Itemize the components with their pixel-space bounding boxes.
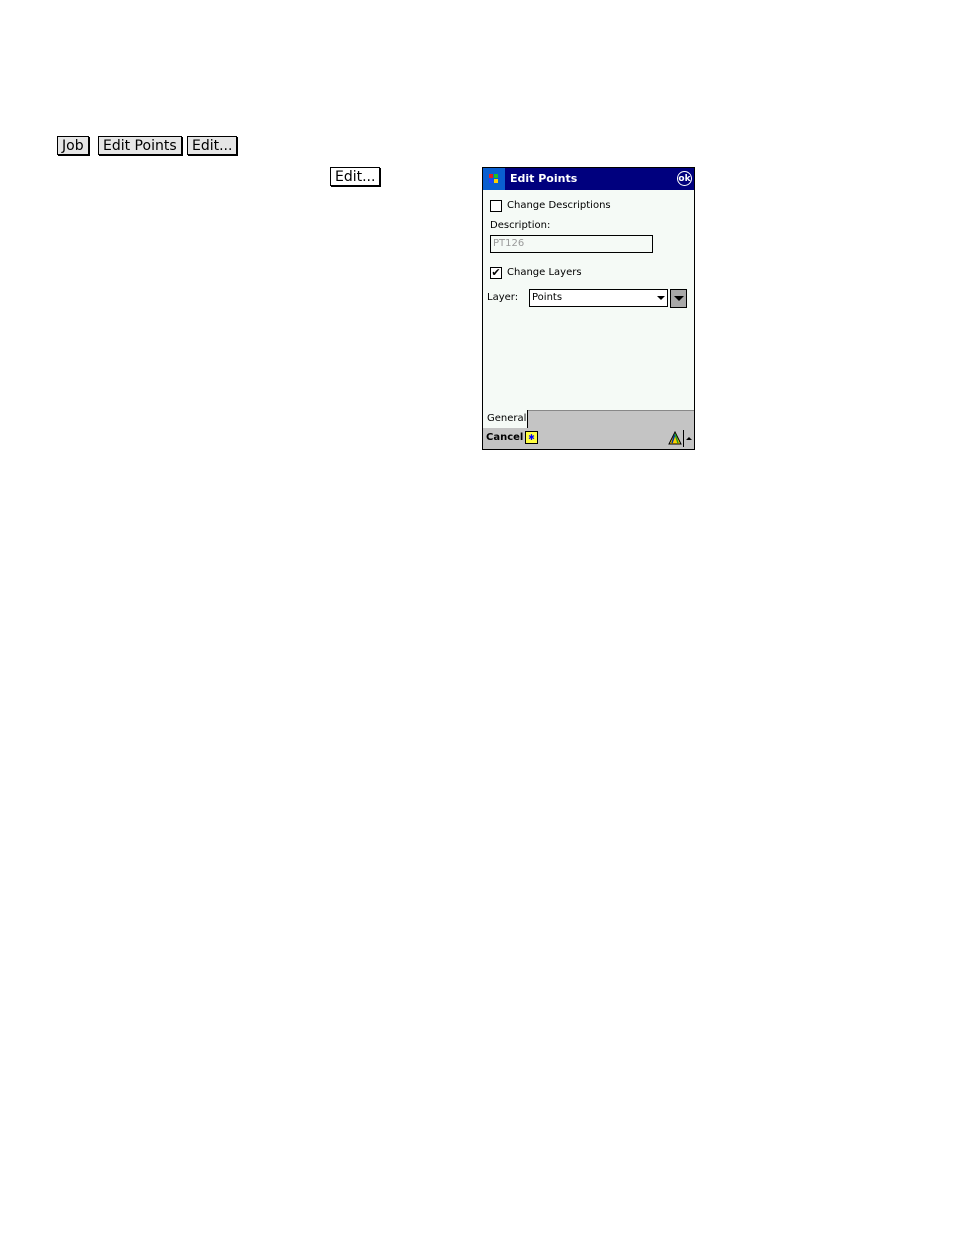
cancel-button[interactable]: Cancel <box>486 432 523 443</box>
chevron-down-icon <box>657 296 665 300</box>
edit-points-dialog: Edit Points ok Change Descriptions Descr… <box>482 167 695 450</box>
chevron-up-icon[interactable] <box>686 437 692 440</box>
breadcrumb-edit: Edit... <box>187 136 238 155</box>
command-bar: Cancel ✱ <box>483 428 694 449</box>
gps-status-icon[interactable] <box>668 431 682 445</box>
start-menu-button[interactable] <box>483 168 505 190</box>
layer-select-value: Points <box>532 292 563 303</box>
ok-button[interactable]: ok <box>677 171 692 186</box>
layer-list-button[interactable] <box>670 289 687 308</box>
dialog-title: Edit Points <box>510 172 578 185</box>
breadcrumb-edit-points: Edit Points <box>98 136 182 155</box>
tab-strip: General <box>483 410 694 428</box>
layer-select[interactable]: Points <box>529 289 668 307</box>
input-panel-icon[interactable]: ✱ <box>525 431 538 444</box>
change-layers-label: Change Layers <box>507 267 582 278</box>
change-descriptions-checkbox[interactable] <box>490 200 502 212</box>
layer-label: Layer: <box>487 292 519 303</box>
change-layers-checkbox[interactable]: ✔ <box>490 267 502 279</box>
breadcrumb-job: Job <box>57 136 89 155</box>
title-bar: Edit Points ok <box>483 168 694 190</box>
tab-general[interactable]: General <box>483 410 528 428</box>
divider <box>683 430 684 447</box>
change-descriptions-label: Change Descriptions <box>507 200 611 211</box>
edit-button-reference: Edit... <box>330 167 381 186</box>
description-input[interactable]: PT126 <box>490 235 653 253</box>
windows-flag-icon <box>489 174 498 183</box>
description-label: Description: <box>490 220 551 231</box>
chevron-down-icon <box>674 296 684 301</box>
